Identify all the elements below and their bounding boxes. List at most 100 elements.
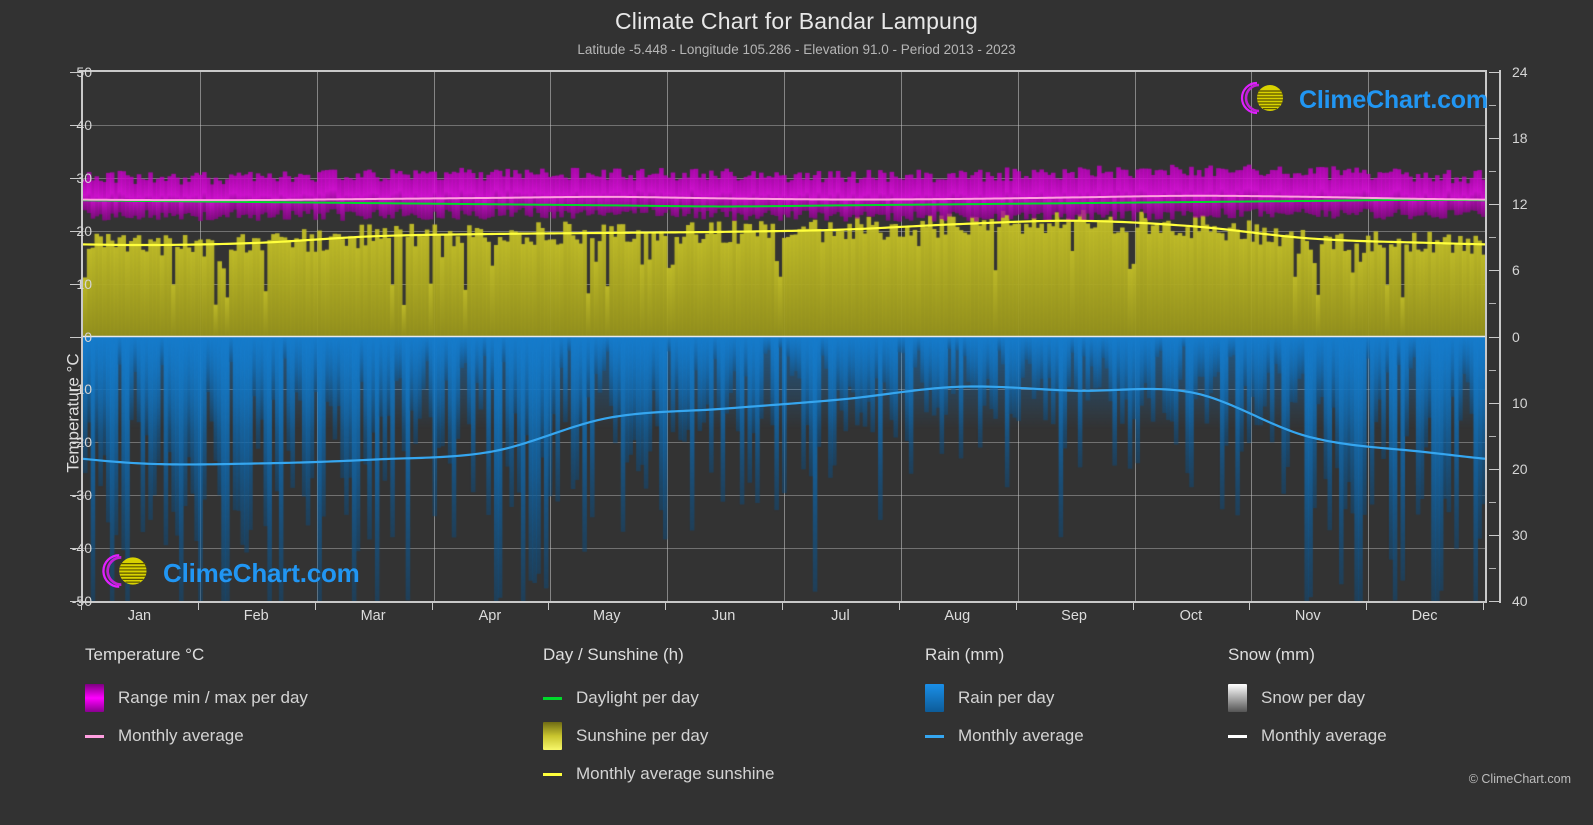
climechart-logo-bottom[interactable]: ClimeChart.com	[94, 552, 360, 595]
legend-group-sunshine: Day / Sunshine (h) Daylight per day Sunshi…	[543, 645, 774, 793]
legend-heading-sunshine: Day / Sunshine (h)	[543, 645, 684, 664]
x-tick-mark	[665, 601, 667, 610]
data-layer	[83, 72, 1485, 601]
rain-average-line	[83, 385, 1485, 466]
legend-dash	[543, 772, 562, 776]
y-tick-mark-left	[70, 124, 81, 126]
y-tick-label-left: 30	[76, 169, 92, 186]
x-tick-label: Sep	[1061, 608, 1087, 624]
y-tick-mark-right	[1489, 72, 1500, 73]
legend-label: Monthly average sunshine	[576, 764, 775, 783]
legend-item-sunshine-2[interactable]: Monthly average sunshine	[543, 755, 774, 793]
legend-label: Rain per day	[958, 688, 1055, 707]
y-tick-label-right: 40	[1512, 593, 1528, 609]
plot-area	[81, 72, 1487, 601]
y-tick-label-right: 24	[1512, 64, 1528, 80]
y-tick-mark-right	[1489, 138, 1500, 140]
y-tick-mark-right	[1489, 601, 1500, 602]
legend-label: Sunshine per day	[576, 726, 709, 745]
y-tick-mark-right	[1489, 534, 1500, 536]
x-tick-mark	[1249, 601, 1251, 610]
x-tick-mark	[1366, 601, 1368, 610]
legend-swatch	[543, 722, 562, 750]
x-tick-label: May	[593, 608, 621, 624]
y-tick-label-right: 0	[1512, 328, 1520, 345]
y-tick-label-right: 10	[1512, 394, 1528, 411]
legend-item-sunshine-1[interactable]: Sunshine per day	[543, 717, 774, 755]
temperature-average-line	[83, 194, 1485, 202]
legend-swatch	[1228, 684, 1247, 712]
y-tick-label-left: 40	[76, 116, 92, 133]
y-tick-label-right: 30	[1512, 526, 1528, 543]
x-tick-mark	[431, 601, 433, 610]
y-tick-mark-right	[1489, 336, 1500, 338]
page-title: Climate Chart for Bandar Lampung	[614, 8, 979, 34]
x-tick-mark	[548, 601, 550, 610]
x-tick-label: Dec	[1411, 608, 1438, 624]
y-tick-label-left: 20	[76, 222, 92, 239]
y-tick-mark-right	[1489, 369, 1496, 371]
y-tick-mark-right	[1489, 105, 1496, 107]
left-axis-label: Temperature °C	[63, 352, 83, 473]
x-tick-mark	[81, 601, 82, 610]
y-tick-label-left: 0	[84, 328, 92, 345]
climechart-logo-text: ClimeChart.com	[1299, 86, 1488, 114]
copyright-text: © ClimeChart.com	[1468, 772, 1571, 786]
climechart-logo-text: ClimeChart.com	[163, 558, 360, 588]
legend-heading-temperature: Temperature °C	[85, 645, 205, 664]
y-tick-label-left: -40	[71, 540, 92, 557]
x-tick-label: Jul	[831, 608, 850, 624]
legend-dash	[925, 734, 944, 738]
legend-item-temperature-1[interactable]: Monthly average	[85, 717, 308, 755]
page-subtitle: Latitude -5.448 - Longitude 105.286 - El…	[577, 42, 1016, 57]
y-tick-mark-left	[70, 177, 81, 179]
x-tick-label: Jan	[127, 608, 152, 624]
legend-swatch	[925, 684, 944, 712]
x-tick-mark	[314, 601, 316, 610]
sunshine-average-line	[83, 219, 1485, 247]
y-tick-label-left: 10	[76, 275, 92, 292]
legend-item-snow-1[interactable]: Monthly average	[1228, 717, 1387, 755]
legend-item-rain-1[interactable]: Monthly average	[925, 717, 1084, 755]
y-tick-mark-right	[1489, 567, 1496, 569]
legend-group-snow: Snow (mm) Snow per day Monthly average	[1228, 645, 1387, 755]
x-tick-label: Jun	[711, 608, 736, 624]
y-tick-mark-right	[1489, 501, 1496, 503]
x-tick-mark	[1483, 601, 1484, 610]
x-tick-mark	[782, 601, 783, 610]
y-tick-label-left: -50	[44, 593, 92, 609]
legend-label: Monthly average	[118, 726, 244, 745]
legend-item-snow-0[interactable]: Snow per day	[1228, 679, 1387, 717]
legend-swatch	[85, 684, 104, 712]
y-tick-mark-right	[1489, 270, 1500, 272]
y-tick-mark-right	[1489, 468, 1500, 470]
y-tick-mark-right	[1489, 402, 1500, 404]
y-tick-label-left: 50	[76, 64, 92, 80]
x-tick-label: Nov	[1294, 608, 1321, 624]
x-tick-label: Aug	[944, 608, 971, 624]
y-tick-mark-left	[70, 283, 81, 285]
series-lines	[83, 194, 1485, 466]
legend-item-sunshine-0[interactable]: Daylight per day	[543, 679, 774, 717]
y-tick-mark-right	[1489, 435, 1496, 437]
y-tick-mark-left	[70, 548, 81, 550]
climechart-logo-icon	[1233, 80, 1293, 121]
y-tick-label-right: 18	[1512, 130, 1528, 147]
legend-item-rain-0[interactable]: Rain per day	[925, 679, 1084, 717]
legend-label: Snow per day	[1261, 688, 1365, 707]
climechart-logo-top[interactable]: ClimeChart.com	[1233, 80, 1488, 121]
legend-group-temperature: Temperature °C Range min / max per day Mon…	[85, 645, 308, 755]
legend-item-temperature-0[interactable]: Range min / max per day	[85, 679, 308, 717]
y-tick-mark-left	[70, 72, 81, 73]
y-tick-label-right: 20	[1512, 460, 1528, 477]
y-tick-label-left: -30	[71, 487, 92, 504]
x-tick-mark	[1015, 601, 1017, 610]
x-tick-mark	[1132, 601, 1134, 610]
y-tick-mark-left	[70, 336, 81, 338]
x-tick-label: Feb	[243, 608, 269, 624]
x-tick-label: Oct	[1179, 608, 1203, 624]
y-tick-mark-right	[1489, 237, 1496, 239]
climate-chart-page: Climate Chart for Bandar Lampung Latitud…	[0, 0, 1593, 825]
legend-heading-snow: Snow (mm)	[1228, 645, 1315, 664]
y-tick-mark-right	[1489, 171, 1496, 173]
